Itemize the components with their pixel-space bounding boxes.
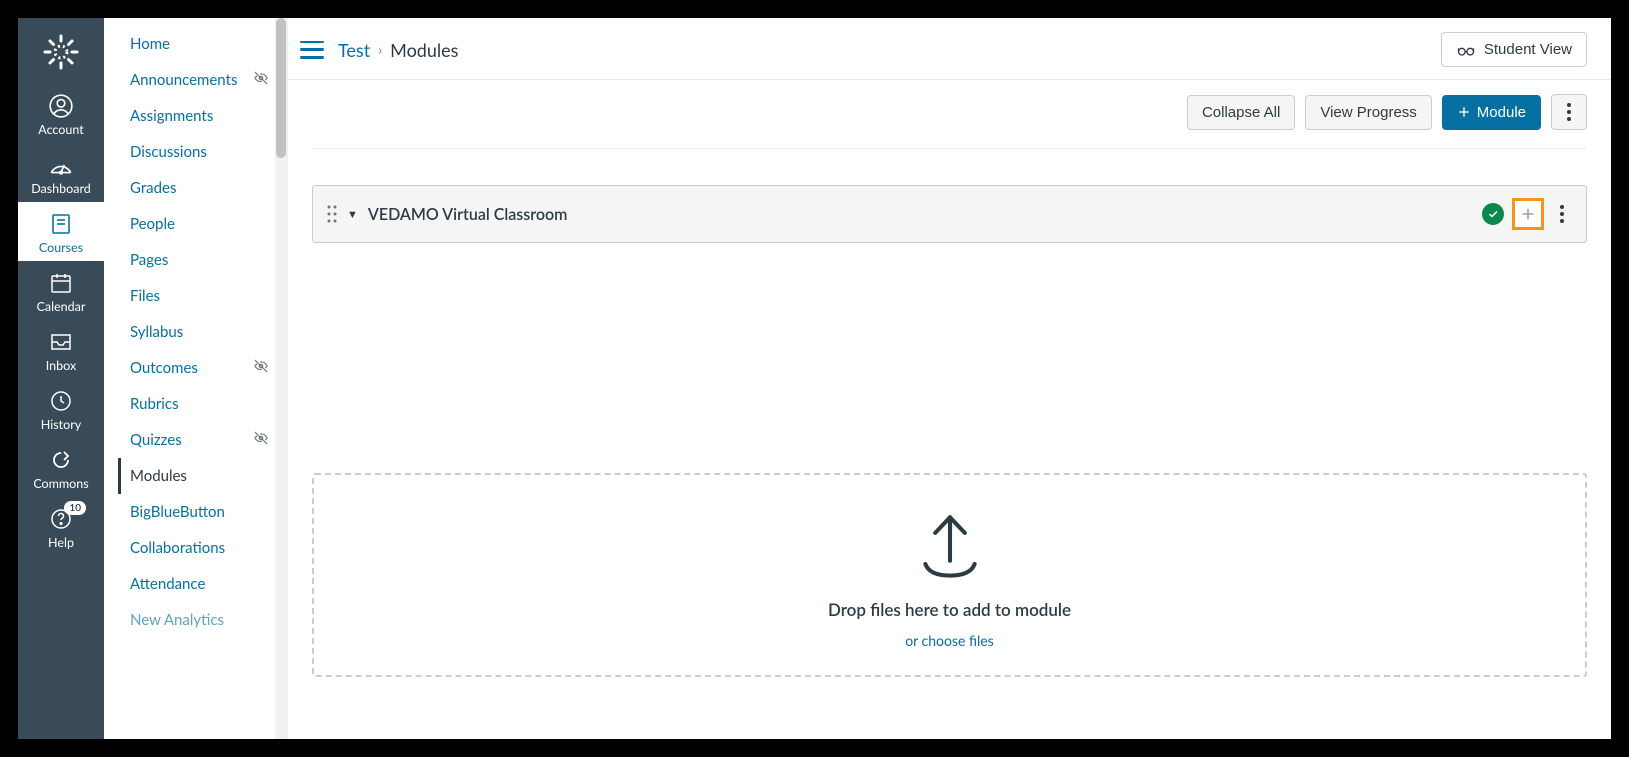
breadcrumb-page: Modules [390, 39, 458, 61]
course-nav-scrollbar[interactable] [275, 18, 287, 739]
student-view-button[interactable]: Student View [1441, 32, 1587, 67]
help-badge: 10 [64, 501, 86, 515]
plus-icon [1520, 206, 1536, 222]
global-nav: Account Dashboard Courses Calendar Inbox… [18, 18, 104, 739]
course-nav-people[interactable]: People [126, 206, 275, 242]
more-options-button[interactable] [1551, 94, 1587, 130]
nav-history[interactable]: History [18, 379, 104, 438]
module-actions-row: Collapse All View Progress Module [312, 94, 1587, 149]
nav-label: Commons [33, 476, 88, 491]
add-item-button[interactable] [1512, 198, 1544, 230]
course-nav-modules[interactable]: Modules [118, 458, 275, 494]
course-nav-bigbluebutton[interactable]: BigBlueButton [126, 494, 275, 530]
canvas-logo-icon [39, 30, 83, 74]
add-module-button[interactable]: Module [1442, 95, 1541, 130]
inbox-icon [49, 331, 73, 353]
module-options-button[interactable] [1552, 198, 1572, 230]
course-nav: Home Announcements Assignments Discussio… [104, 18, 288, 739]
hamburger-icon[interactable] [298, 38, 326, 62]
gauge-icon [48, 154, 74, 176]
published-icon[interactable] [1482, 203, 1504, 225]
dropzone[interactable]: Drop files here to add to module or choo… [312, 473, 1587, 677]
nav-inbox[interactable]: Inbox [18, 320, 104, 379]
hidden-icon [253, 358, 269, 378]
collapse-all-button[interactable]: Collapse All [1187, 95, 1295, 130]
course-nav-rubrics[interactable]: Rubrics [126, 386, 275, 422]
course-nav-announcements[interactable]: Announcements [126, 62, 275, 98]
nav-label: History [41, 417, 81, 432]
course-nav-outcomes[interactable]: Outcomes [126, 350, 275, 386]
main-content: Test › Modules Student View Collapse All… [288, 18, 1611, 739]
course-nav-home[interactable]: Home [126, 26, 275, 62]
nav-label: Courses [39, 240, 83, 255]
glasses-icon [1456, 43, 1476, 57]
course-nav-quizzes[interactable]: Quizzes [126, 422, 275, 458]
book-icon [49, 212, 73, 236]
breadcrumb-course[interactable]: Test [338, 39, 370, 61]
course-nav-assignments[interactable]: Assignments [126, 98, 275, 134]
nav-account[interactable]: Account [18, 84, 104, 143]
nav-courses[interactable]: Courses [18, 202, 104, 261]
dropzone-title: Drop files here to add to module [828, 599, 1071, 620]
course-nav-pages[interactable]: Pages [126, 242, 275, 278]
plus-icon [1457, 105, 1471, 119]
clock-icon [49, 389, 73, 413]
nav-label: Help [48, 535, 74, 550]
hidden-icon [253, 70, 269, 90]
commons-icon [49, 448, 73, 472]
course-nav-files[interactable]: Files [126, 278, 275, 314]
nav-calendar[interactable]: Calendar [18, 261, 104, 320]
drag-handle-icon[interactable] [327, 205, 337, 223]
nav-help[interactable]: 10 Help [18, 497, 104, 556]
course-nav-discussions[interactable]: Discussions [126, 134, 275, 170]
module-title: VEDAMO Virtual Classroom [368, 205, 1472, 224]
kebab-icon [1560, 205, 1564, 223]
nav-label: Account [38, 122, 83, 137]
collapse-toggle[interactable]: ▼ [347, 208, 358, 221]
course-nav-grades[interactable]: Grades [126, 170, 275, 206]
chevron-right-icon: › [378, 41, 382, 58]
breadcrumb: Test › Modules [338, 39, 458, 61]
topbar: Test › Modules Student View [288, 18, 1611, 80]
course-nav-newanalytics[interactable]: New Analytics [126, 602, 275, 638]
course-nav-syllabus[interactable]: Syllabus [126, 314, 275, 350]
choose-files-link[interactable]: or choose files [905, 632, 994, 649]
course-nav-collaborations[interactable]: Collaborations [126, 530, 275, 566]
calendar-icon [49, 271, 73, 295]
view-progress-button[interactable]: View Progress [1305, 95, 1431, 130]
kebab-icon [1567, 103, 1571, 121]
nav-label: Dashboard [31, 181, 91, 196]
nav-commons[interactable]: Commons [18, 438, 104, 497]
user-circle-icon [48, 93, 74, 119]
nav-label: Calendar [37, 299, 86, 314]
upload-icon [909, 505, 991, 587]
hidden-icon [253, 430, 269, 450]
nav-label: Inbox [46, 358, 76, 373]
nav-dashboard[interactable]: Dashboard [18, 143, 104, 202]
course-nav-attendance[interactable]: Attendance [126, 566, 275, 602]
module-card: ▼ VEDAMO Virtual Classroom [312, 185, 1587, 243]
